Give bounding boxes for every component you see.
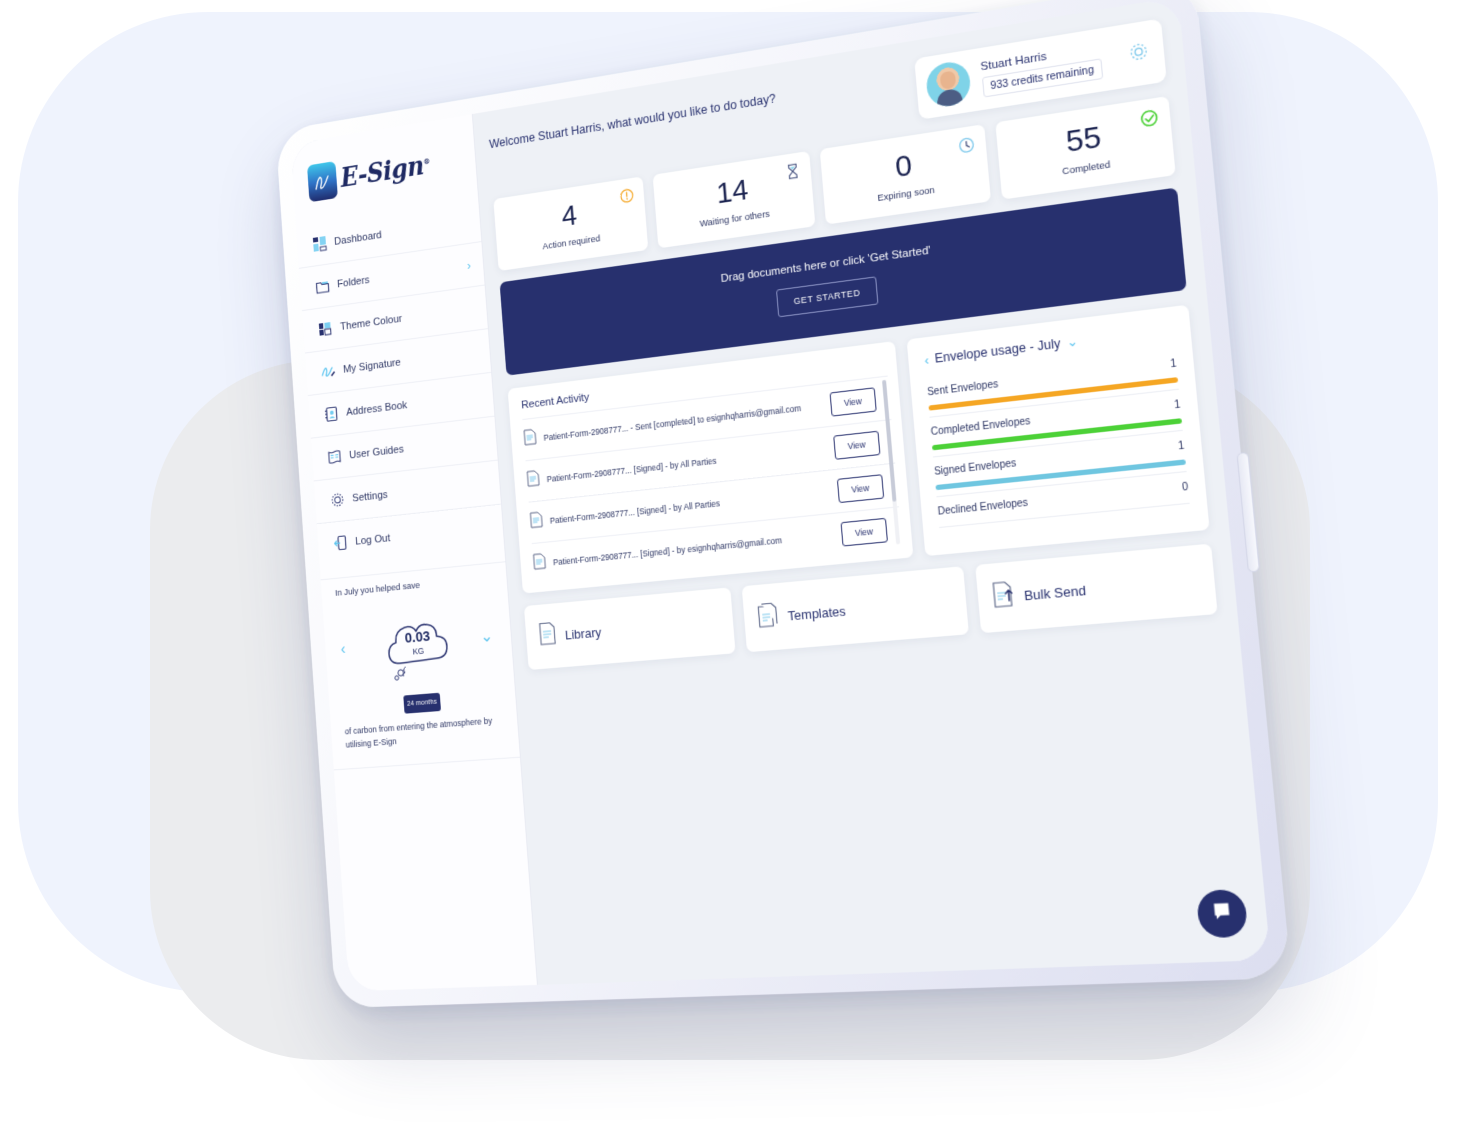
envelope-value: 0: [1181, 481, 1189, 494]
signature-logo-icon: [306, 161, 338, 203]
carbon-value: 0.03: [404, 627, 431, 647]
book-icon: [327, 448, 342, 466]
gear-icon: [330, 491, 345, 508]
get-started-button[interactable]: GET STARTED: [776, 276, 879, 318]
envelope-label: Declined Envelopes: [937, 497, 1029, 518]
check-circle-icon: [1139, 108, 1159, 133]
signature-icon: [321, 363, 336, 381]
sidebar-item-label: User Guides: [348, 443, 405, 461]
hourglass-icon: [785, 162, 801, 185]
app-screen: E-Sign® Dashboard Folders › Theme Colour…: [290, 0, 1271, 992]
document-icon: [523, 428, 537, 451]
folder-icon: [315, 277, 330, 295]
quick-action-templates[interactable]: Templates: [741, 566, 969, 653]
tablet-screen-bezel: E-Sign® Dashboard Folders › Theme Colour…: [290, 0, 1271, 992]
document-icon: [529, 511, 543, 534]
view-button[interactable]: View: [829, 387, 877, 417]
dashboard-icon: [312, 235, 327, 253]
quick-action-label: Bulk Send: [1023, 581, 1087, 603]
activity-text: Patient-Form-2908777... [Signed] - by es…: [552, 535, 783, 568]
sidebar-item-label: Dashboard: [333, 229, 383, 248]
carbon-next-arrow[interactable]: ⌄: [480, 626, 494, 646]
chat-bubble-icon: [1210, 900, 1235, 928]
carbon-cloud-row: ‹ 0.03 KG ⌄: [336, 586, 502, 699]
view-button[interactable]: View: [836, 474, 885, 504]
chevron-left-icon[interactable]: ‹: [924, 352, 930, 368]
envelope-usage-panel: ‹ Envelope usage - July ⌄ Sent Envelopes…: [906, 304, 1210, 557]
chevron-right-icon[interactable]: ›: [466, 258, 471, 273]
brand-name: E-Sign®: [339, 151, 431, 194]
carbon-savings-widget: In July you helped save ‹ 0.03 KG ⌄ 24 m…: [320, 561, 520, 771]
bulk-send-icon: [991, 579, 1017, 614]
envelope-label: Completed Envelopes: [930, 415, 1031, 439]
carbon-period-button[interactable]: 24 months: [403, 692, 442, 714]
envelope-value: 1: [1173, 399, 1181, 412]
chat-widget-button[interactable]: [1195, 888, 1249, 939]
carbon-unit: KG: [412, 645, 425, 656]
sidebar-item-label: Theme Colour: [339, 312, 403, 333]
user-info: Stuart Harris 933 credits remaining: [980, 41, 1104, 98]
envelope-usage-title: Envelope usage - July: [934, 336, 1062, 366]
activity-list: Patient-Form-2908777... - Sent [complete…: [522, 375, 903, 585]
stat-card-action-required[interactable]: 4 Action required: [493, 176, 649, 272]
recent-activity-panel: Recent Activity Patient-Form-2908777... …: [507, 341, 914, 594]
gear-icon[interactable]: [1128, 40, 1150, 68]
stat-card-expiring-soon[interactable]: 0 Expiring soon: [819, 124, 992, 225]
warning-icon: [619, 188, 634, 209]
envelope-value: 1: [1177, 440, 1185, 453]
sidebar-item-label: My Signature: [342, 356, 402, 376]
sidebar-item-label: Address Book: [345, 399, 408, 418]
view-button[interactable]: View: [840, 517, 888, 547]
carbon-description: of carbon from entering the atmosphere b…: [344, 715, 493, 750]
carbon-cloud: 0.03 KG: [376, 603, 461, 682]
logout-icon: [333, 534, 348, 551]
palette-icon: [318, 320, 333, 338]
library-document-icon: [538, 621, 558, 652]
stat-card-waiting-for-others[interactable]: 14 Waiting for others: [652, 150, 816, 249]
envelope-label: Sent Envelopes: [926, 378, 999, 399]
screenshot-stage: E-Sign® Dashboard Folders › Theme Colour…: [0, 0, 1474, 1136]
brand-trademark: ®: [422, 155, 431, 166]
quick-action-library[interactable]: Library: [523, 587, 736, 671]
document-icon: [533, 552, 547, 574]
envelope-label: Signed Envelopes: [933, 458, 1017, 478]
document-icon: [526, 469, 540, 492]
tablet-mockup: E-Sign® Dashboard Folders › Theme Colour…: [275, 0, 1292, 1009]
chevron-down-icon[interactable]: ⌄: [1066, 333, 1079, 351]
address-book-icon: [324, 405, 339, 423]
quick-action-label: Templates: [787, 602, 847, 624]
carbon-prev-arrow[interactable]: ‹: [340, 639, 346, 658]
avatar: [924, 59, 972, 110]
quick-action-label: Library: [564, 624, 602, 643]
main-content: Welcome Stuart Harris, what would you li…: [473, 0, 1271, 985]
view-button[interactable]: View: [832, 430, 881, 460]
quick-action-bulk-send[interactable]: Bulk Send: [974, 543, 1218, 634]
sidebar-item-label: Log Out: [354, 532, 391, 548]
sidebar-nav: Dashboard Folders › Theme Colour My Sign…: [296, 199, 505, 567]
templates-document-icon: [757, 601, 781, 634]
sidebar-item-label: Folders: [336, 273, 370, 290]
stat-card-completed[interactable]: 55 Completed: [995, 95, 1176, 200]
envelope-value: 1: [1169, 358, 1177, 371]
clock-icon: [958, 136, 976, 160]
sidebar-item-label: Settings: [351, 488, 389, 504]
